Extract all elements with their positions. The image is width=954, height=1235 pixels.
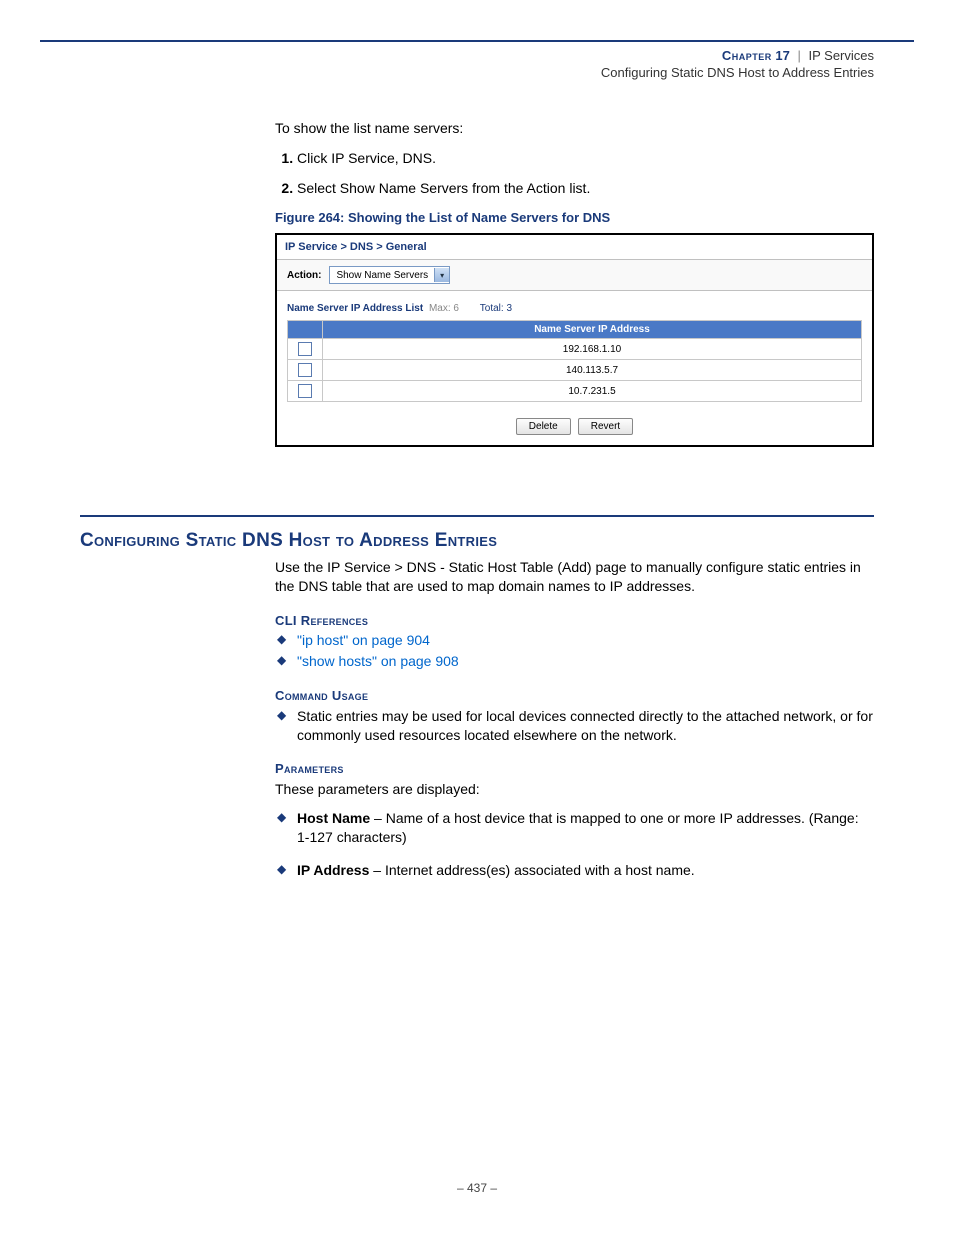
cli-references-head: CLI References — [275, 612, 874, 630]
body-column: To show the list name servers: Click IP … — [275, 120, 874, 447]
table-row: 192.168.1.10 — [288, 339, 862, 360]
header-subtitle: Configuring Static DNS Host to Address E… — [601, 65, 874, 80]
panel-breadcrumb: IP Service > DNS > General — [277, 235, 872, 260]
section-title: Configuring Static DNS Host to Address E… — [80, 530, 874, 552]
header-checkbox-cell — [288, 321, 323, 339]
row-ip: 192.168.1.10 — [323, 339, 862, 360]
list-heading: Name Server IP Address List Max: 6 Total… — [277, 291, 872, 318]
figure-panel: IP Service > DNS > General Action: Show … — [275, 233, 874, 447]
page-number: – 437 – — [0, 1181, 954, 1195]
list-total: Total: 3 — [480, 303, 512, 314]
step-1: Click IP Service, DNS. — [297, 150, 874, 166]
action-select-value: Show Name Servers — [330, 269, 434, 282]
param-desc: – Internet address(es) associated with a… — [369, 862, 694, 878]
row-checkbox[interactable] — [298, 384, 312, 398]
cli-ref-link[interactable]: "ip host" on page 904 — [297, 632, 430, 648]
parameters-list: Host Name – Name of a host device that i… — [275, 809, 874, 880]
row-ip: 140.113.5.7 — [323, 360, 862, 381]
cli-ref-item: "ip host" on page 904 — [275, 631, 874, 650]
action-select[interactable]: Show Name Servers ▾ — [329, 266, 450, 284]
top-rule — [40, 40, 914, 42]
command-usage-head: Command Usage — [275, 687, 874, 705]
list-max: Max: 6 — [429, 303, 459, 314]
param-item: Host Name – Name of a host device that i… — [275, 809, 874, 847]
revert-button[interactable]: Revert — [578, 418, 633, 435]
header-checkbox[interactable] — [780, 168, 794, 182]
panel-action-row: Action: Show Name Servers ▾ — [277, 260, 872, 291]
col-header-ip: Name Server IP Address — [323, 321, 862, 339]
row-checkbox[interactable] — [298, 342, 312, 356]
chapter-word: Chapter — [722, 48, 772, 63]
command-usage-list: Static entries may be used for local dev… — [275, 707, 874, 745]
section-rule — [80, 515, 874, 517]
header-section: IP Services — [808, 48, 874, 63]
page-header: Chapter 17 | IP Services Configuring Sta… — [601, 48, 874, 80]
name-server-table: Name Server IP Address 192.168.1.10 140.… — [287, 320, 862, 402]
param-item: IP Address – Internet address(es) associ… — [275, 861, 874, 880]
section-body: Use the IP Service > DNS - Static Host T… — [275, 558, 874, 880]
parameters-intro: These parameters are displayed: — [275, 780, 874, 799]
delete-button[interactable]: Delete — [516, 418, 571, 435]
section-intro: Use the IP Service > DNS - Static Host T… — [275, 558, 874, 596]
cli-ref-link[interactable]: "show hosts" on page 908 — [297, 653, 459, 669]
panel-button-row: Delete Revert — [277, 412, 872, 445]
header-line-1: Chapter 17 | IP Services — [601, 48, 874, 63]
section-static-dns: Configuring Static DNS Host to Address E… — [80, 530, 874, 894]
cli-references-list: "ip host" on page 904 "show hosts" on pa… — [275, 631, 874, 671]
table-header-row: Name Server IP Address — [288, 321, 862, 339]
usage-item: Static entries may be used for local dev… — [275, 707, 874, 745]
cli-ref-item: "show hosts" on page 908 — [275, 652, 874, 671]
table-row: 10.7.231.5 — [288, 381, 862, 402]
chapter-number: 17 — [775, 48, 789, 63]
intro-text: To show the list name servers: — [275, 120, 874, 136]
param-name: IP Address — [297, 862, 369, 878]
param-desc: – Name of a host device that is mapped t… — [297, 810, 859, 845]
figure-caption: Figure 264: Showing the List of Name Ser… — [275, 210, 874, 225]
header-pipe: | — [797, 48, 800, 63]
row-ip: 10.7.231.5 — [323, 381, 862, 402]
list-title: Name Server IP Address List — [287, 303, 423, 314]
table-row: 140.113.5.7 — [288, 360, 862, 381]
action-label: Action: — [287, 270, 321, 281]
step-2: Select Show Name Servers from the Action… — [297, 180, 874, 196]
row-checkbox[interactable] — [298, 363, 312, 377]
parameters-head: Parameters — [275, 760, 874, 778]
chevron-down-icon: ▾ — [434, 268, 449, 282]
param-name: Host Name — [297, 810, 370, 826]
